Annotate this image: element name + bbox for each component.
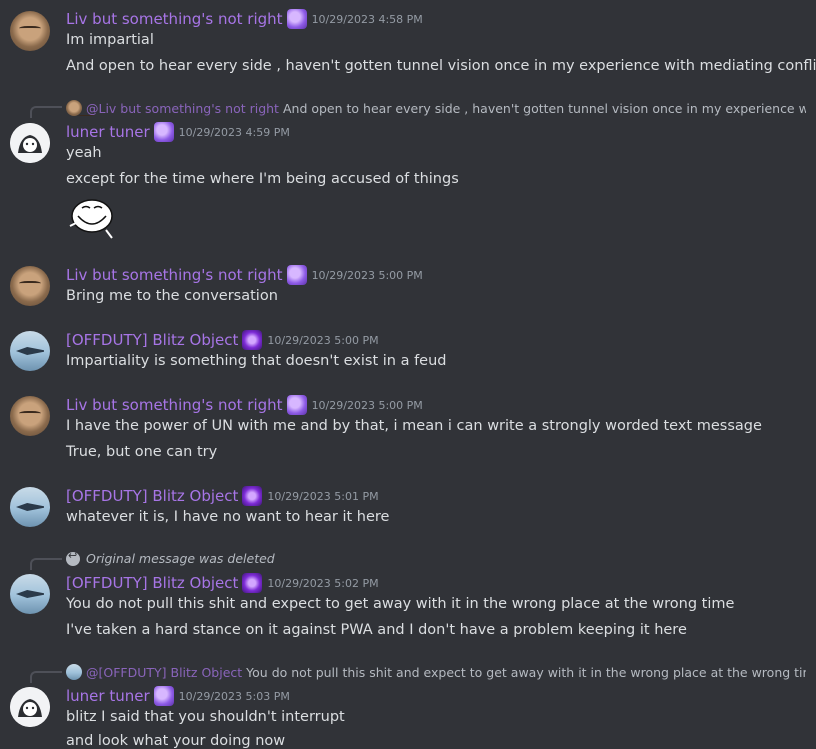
message-text: whatever it is, I have no want to hear i… [66, 509, 390, 525]
reply-arrow-icon [66, 551, 80, 566]
message-text: You do not pull this shit and expect to … [66, 596, 735, 612]
reply-connector [30, 558, 62, 570]
reply-preview[interactable]: @[OFFDUTY] Blitz Object You do not pull … [66, 664, 806, 680]
username[interactable]: luner tuner [66, 687, 150, 705]
message-text: And open to hear every side , haven't go… [66, 58, 816, 74]
avatar[interactable] [10, 123, 50, 163]
role-badge-icon [242, 573, 263, 593]
timestamp: 10/29/2023 5:02 PM [267, 576, 379, 590]
reply-avatar [66, 664, 82, 680]
message-text: Impartiality is something that doesn't e… [66, 353, 447, 369]
reply-preview: Original message was deleted [66, 551, 806, 566]
username[interactable]: [OFFDUTY] Blitz Object [66, 487, 238, 505]
avatar[interactable] [10, 266, 50, 306]
avatar[interactable] [10, 687, 50, 727]
reply-text: And open to hear every side , haven't go… [282, 100, 806, 116]
avatar[interactable] [10, 574, 50, 614]
username[interactable]: Liv but something's not right [66, 396, 283, 414]
message-text: blitz I said that you shouldn't interrup… [66, 709, 345, 725]
reply-author[interactable]: @[OFFDUTY] Blitz Object [86, 665, 242, 680]
role-badge-icon [286, 395, 307, 415]
avatar[interactable] [10, 396, 50, 436]
reply-avatar [66, 100, 82, 116]
message-text: I have the power of UN with me and by th… [66, 418, 762, 434]
username[interactable]: luner tuner [66, 123, 150, 141]
username[interactable]: [OFFDUTY] Blitz Object [66, 574, 238, 592]
message-text: Im impartial [66, 32, 154, 48]
message-text: except for the time where I'm being accu… [66, 171, 459, 187]
trollface-sticker[interactable] [66, 196, 116, 240]
username[interactable]: [OFFDUTY] Blitz Object [66, 331, 238, 349]
timestamp: 10/29/2023 5:00 PM [311, 398, 423, 412]
message-text: and look what your doing now [66, 733, 286, 749]
role-badge-icon [153, 686, 174, 706]
role-badge-icon [286, 9, 307, 29]
avatar[interactable] [10, 11, 50, 51]
message-text: yeah [66, 145, 102, 161]
avatar[interactable] [10, 331, 50, 371]
username[interactable]: Liv but something's not right [66, 10, 283, 28]
message-text: True, but one can try [66, 444, 218, 460]
reply-connector [30, 671, 62, 683]
timestamp: 10/29/2023 5:01 PM [267, 489, 379, 503]
timestamp: 10/29/2023 5:00 PM [267, 333, 379, 347]
timestamp: 10/29/2023 4:59 PM [178, 125, 290, 139]
role-badge-icon [153, 122, 174, 142]
timestamp: 10/29/2023 4:58 PM [311, 12, 423, 26]
role-badge-icon [286, 265, 307, 285]
reply-preview[interactable]: @Liv but something's not right And open … [66, 100, 806, 116]
message-text: Bring me to the conversation [66, 288, 278, 304]
timestamp: 10/29/2023 5:03 PM [178, 689, 290, 703]
role-badge-icon [242, 330, 263, 350]
deleted-notice: Original message was deleted [86, 551, 275, 566]
avatar[interactable] [10, 487, 50, 527]
timestamp: 10/29/2023 5:00 PM [311, 268, 423, 282]
username[interactable]: Liv but something's not right [66, 266, 283, 284]
message-text: I've taken a hard stance on it against P… [66, 622, 687, 638]
reply-text: You do not pull this shit and expect to … [246, 664, 806, 680]
reply-connector [30, 106, 62, 118]
reply-author[interactable]: @Liv but something's not right [86, 101, 279, 116]
role-badge-icon [242, 486, 263, 506]
